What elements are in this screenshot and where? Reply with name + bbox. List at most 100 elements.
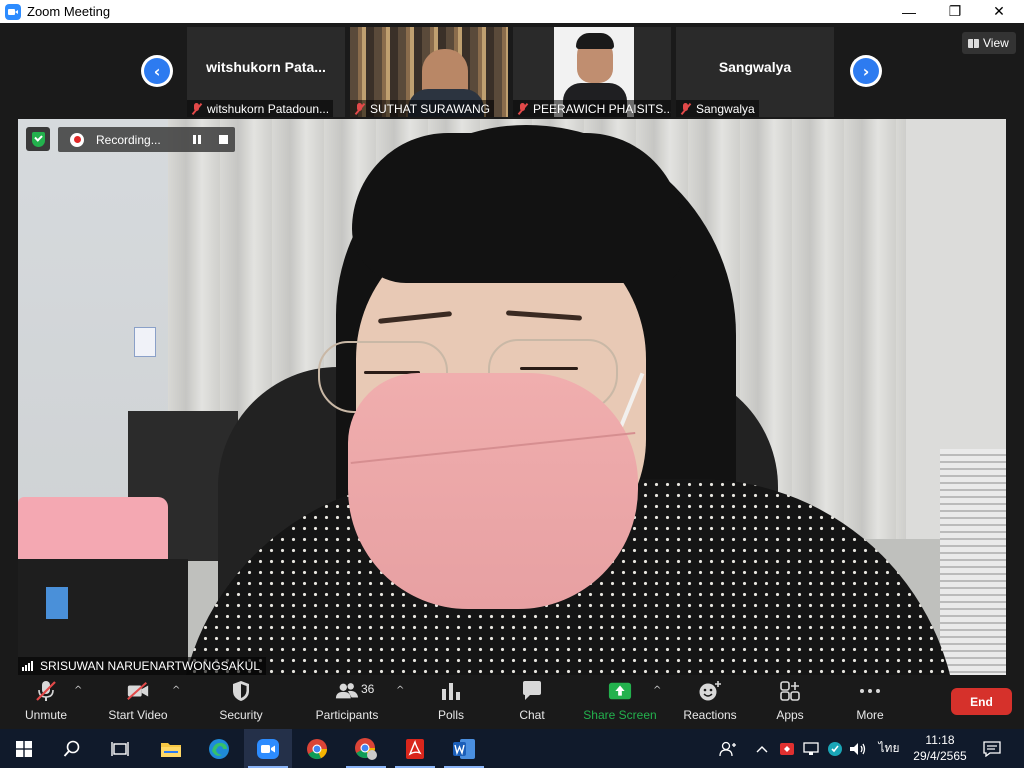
participant-tile[interactable]: PEERAWICH PHAISITS... xyxy=(513,27,671,117)
unmute-button[interactable]: Unmute xyxy=(18,675,74,729)
participant-tile[interactable]: SUTHAT SURAWANG xyxy=(350,27,508,117)
app-tray-icon[interactable] xyxy=(824,729,846,768)
video-off-icon xyxy=(126,680,150,702)
pause-recording-icon[interactable] xyxy=(193,135,201,144)
video-options-caret-icon[interactable]: ^ xyxy=(172,685,180,696)
more-button[interactable]: More xyxy=(850,675,890,729)
edge-icon xyxy=(209,738,229,759)
video-background-printer-screen xyxy=(46,587,68,619)
shield-check-icon xyxy=(31,131,45,147)
stop-recording-icon[interactable] xyxy=(219,135,228,144)
security-button[interactable]: Security xyxy=(212,675,270,729)
participants-button[interactable]: 36 Participants xyxy=(312,675,382,729)
network-tray-icon[interactable] xyxy=(800,729,822,768)
taskbar-search-button[interactable] xyxy=(48,729,96,768)
participants-icon: 36 xyxy=(335,680,374,702)
mic-muted-icon xyxy=(517,102,528,115)
start-video-label: Start Video xyxy=(108,708,168,722)
minimize-button[interactable]: — xyxy=(886,0,932,23)
participant-tile[interactable]: Sangwalya Sangwalya xyxy=(676,27,834,117)
active-speaker-name: SRISUWAN NARUENARTWONGSAKUL xyxy=(40,659,261,673)
close-button[interactable]: ✕ xyxy=(976,0,1022,23)
share-screen-button[interactable]: Share Screen xyxy=(582,675,658,729)
audio-options-caret-icon[interactable]: ^ xyxy=(74,685,82,696)
chrome-profile-icon xyxy=(355,737,377,760)
windows-start-button[interactable] xyxy=(0,729,48,768)
share-screen-label: Share Screen xyxy=(583,708,657,722)
file-explorer-button[interactable] xyxy=(147,729,195,768)
more-label: More xyxy=(856,708,884,722)
zoom-taskbar-button[interactable] xyxy=(244,729,292,768)
title-bar: Zoom Meeting — ❐ ✕ xyxy=(0,0,1024,23)
participants-label: Participants xyxy=(315,708,379,722)
chrome-taskbar-button[interactable] xyxy=(293,729,341,768)
participant-label: SUTHAT SURAWANG xyxy=(370,101,491,116)
video-background-tissue-box xyxy=(18,497,168,567)
window-title: Zoom Meeting xyxy=(27,4,111,19)
pdf-icon xyxy=(406,738,424,759)
active-speaker-video xyxy=(18,119,1006,675)
apps-label: Apps xyxy=(776,708,804,722)
more-dots-icon xyxy=(858,680,882,702)
chrome-profile-taskbar-button[interactable] xyxy=(342,729,390,768)
apps-icon xyxy=(778,680,802,702)
chrome-icon xyxy=(307,738,328,759)
recording-indicator: Recording... xyxy=(58,127,235,152)
unmute-label: Unmute xyxy=(24,708,68,722)
active-speaker-name-bar: SRISUWAN NARUENARTWONGSAKUL xyxy=(18,657,267,675)
share-options-caret-icon[interactable]: ^ xyxy=(653,685,661,696)
participant-name-bar: PEERAWICH PHAISITS... xyxy=(513,100,671,117)
recording-label: Recording... xyxy=(96,132,161,147)
chevron-right-icon: › xyxy=(853,58,879,84)
people-tray-icon[interactable] xyxy=(716,729,740,768)
polls-button[interactable]: Polls xyxy=(430,675,472,729)
chat-button[interactable]: Chat xyxy=(512,675,552,729)
reactions-label: Reactions xyxy=(683,708,737,722)
view-button[interactable]: View xyxy=(962,32,1016,54)
start-video-button[interactable]: Start Video xyxy=(104,675,172,729)
security-shield-icon xyxy=(229,680,253,702)
chat-bubble-icon xyxy=(520,680,544,702)
task-view-icon xyxy=(111,741,129,756)
participants-options-caret-icon[interactable]: ^ xyxy=(396,685,404,696)
reactions-button[interactable]: Reactions xyxy=(680,675,740,729)
mic-muted-icon xyxy=(354,102,365,115)
end-meeting-button[interactable]: End xyxy=(951,688,1012,715)
gallery-next-button[interactable]: › xyxy=(850,55,882,87)
notification-center-icon[interactable] xyxy=(980,729,1004,768)
tray-chevron-up-icon[interactable] xyxy=(752,729,772,768)
participant-name-bar: Sangwalya xyxy=(676,100,759,117)
connection-signal-icon xyxy=(22,661,34,671)
word-icon xyxy=(453,738,475,759)
participant-name-bar: SUTHAT SURAWANG xyxy=(350,100,495,117)
video-background-papers xyxy=(940,449,1006,675)
video-person-bangs xyxy=(352,133,682,283)
input-language-indicator[interactable]: ไทย xyxy=(874,729,904,768)
zoom-app: Zoom Meeting — ❐ ✕ ‹ witshukorn Pata... … xyxy=(0,0,1024,768)
participant-label: PEERAWICH PHAISITS... xyxy=(533,101,671,116)
antivirus-tray-icon[interactable] xyxy=(776,729,798,768)
view-button-label: View xyxy=(983,36,1009,50)
gallery-view-icon xyxy=(968,38,979,48)
word-taskbar-button[interactable] xyxy=(440,729,488,768)
meeting-security-shield-icon[interactable] xyxy=(26,127,50,151)
system-clock[interactable]: 11:18 29/4/2565 xyxy=(905,732,975,764)
participant-label: witshukorn Patadoun... xyxy=(207,101,330,116)
gallery-prev-button[interactable]: ‹ xyxy=(141,55,173,87)
reactions-smiley-icon xyxy=(698,680,722,702)
edge-browser-button[interactable] xyxy=(195,729,243,768)
acrobat-taskbar-button[interactable] xyxy=(391,729,439,768)
restore-button[interactable]: ❐ xyxy=(932,0,978,23)
chevron-left-icon: ‹ xyxy=(144,58,170,84)
task-view-button[interactable] xyxy=(96,729,144,768)
clock-date: 29/4/2565 xyxy=(913,749,967,763)
video-background-sign xyxy=(134,327,156,357)
volume-tray-icon[interactable] xyxy=(846,729,870,768)
mic-muted-icon xyxy=(191,102,202,115)
mic-muted-icon xyxy=(680,102,691,115)
clock-time: 11:18 xyxy=(925,733,955,747)
video-person-eye xyxy=(520,367,578,370)
participant-tile[interactable]: witshukorn Pata... witshukorn Patadoun..… xyxy=(187,27,345,117)
apps-button[interactable]: Apps xyxy=(770,675,810,729)
windows-logo-icon xyxy=(16,740,32,757)
